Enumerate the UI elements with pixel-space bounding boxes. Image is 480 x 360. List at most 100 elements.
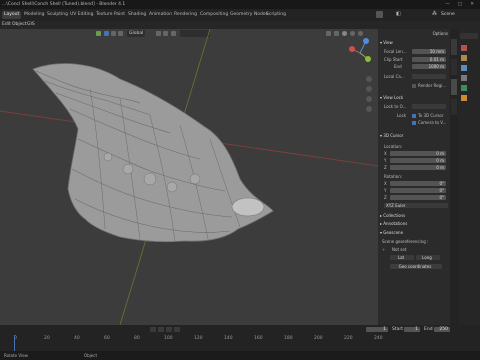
geo-not-set-label: Not set <box>392 247 407 252</box>
zoom-icon[interactable] <box>366 76 372 82</box>
maximize-icon[interactable]: □ <box>458 0 462 9</box>
play-reverse-icon[interactable] <box>158 327 164 332</box>
render-region-checkbox[interactable] <box>412 84 416 88</box>
menu-object[interactable]: Object <box>12 21 27 29</box>
menu-edit[interactable]: Edit <box>2 21 11 29</box>
timeline-ruler[interactable]: 0 20 40 60 80 100 120 140 160 180 200 22… <box>0 336 480 344</box>
output-properties-icon[interactable] <box>461 55 467 61</box>
tick-label: 80 <box>134 336 140 341</box>
options-dropdown[interactable]: Options <box>433 31 448 36</box>
rotation-mode-row: XYZ Euler <box>382 203 448 209</box>
focal-length-field[interactable]: 50 mm <box>412 49 446 54</box>
conch-shell-mesh <box>32 63 274 243</box>
gear-icon[interactable] <box>376 11 383 18</box>
playhead[interactable] <box>14 335 15 351</box>
jump-start-icon[interactable] <box>150 327 156 332</box>
focal-length-label: Focal Len... <box>384 49 407 54</box>
tick-label: 60 <box>104 336 110 341</box>
play-icon[interactable] <box>166 327 172 332</box>
view-section-header[interactable]: ▾ View <box>380 40 448 45</box>
cursor-x-field[interactable]: 0 m <box>390 151 446 156</box>
minimize-icon[interactable]: — <box>446 0 451 9</box>
tab-tool[interactable] <box>451 59 457 75</box>
rotation-z-field[interactable]: 0° <box>390 195 446 200</box>
local-camera-field[interactable] <box>412 74 446 79</box>
scene-properties-icon[interactable] <box>461 75 467 81</box>
tab-modeling[interactable]: Modeling <box>22 11 46 19</box>
geo-lat-field[interactable]: Lat <box>390 255 414 260</box>
object-properties-icon[interactable] <box>461 95 467 101</box>
tab-blender-gis[interactable] <box>451 99 457 115</box>
end-frame-field[interactable]: 250 <box>434 327 450 332</box>
lock-to-object-row: Lock to O... <box>382 104 448 110</box>
tab-item[interactable] <box>451 39 457 55</box>
geo-georef-label: Scene georeferencing : <box>382 239 429 244</box>
tab-layout[interactable]: Layout <box>2 11 22 19</box>
rotation-mode-dropdown[interactable]: XYZ Euler <box>384 203 448 208</box>
world-properties-icon[interactable] <box>461 85 467 91</box>
to-3d-cursor-label: To 3D Cursor <box>418 113 444 118</box>
focal-length-row: Focal Len... 50 mm <box>382 49 448 55</box>
tab-sculpting[interactable]: Sculpting <box>45 11 70 19</box>
geo-long-field[interactable]: Long <box>416 255 440 260</box>
render-region-label: Render Regi... <box>418 83 447 88</box>
view-lock-section-header[interactable]: ▾ View Lock <box>380 95 448 100</box>
start-label: Start <box>392 327 403 332</box>
3d-cursor-section-header[interactable]: ▾ 3D Cursor <box>380 133 448 138</box>
tab-animation[interactable]: Animation <box>147 11 174 19</box>
view-layer-properties-icon[interactable] <box>461 65 467 71</box>
rotation-x-field[interactable]: 0° <box>390 181 446 186</box>
menu-gis[interactable]: GIS <box>27 21 35 29</box>
tab-rendering[interactable]: Rendering <box>172 11 199 19</box>
cursor-y-field[interactable]: 0 m <box>390 158 446 163</box>
rotation-y-field[interactable]: 0° <box>390 188 446 193</box>
viewport-canvas[interactable] <box>0 29 378 325</box>
rotation-y-label: Y <box>384 188 387 193</box>
clip-end-label: End <box>394 64 402 69</box>
cursor-y-label: Y <box>384 158 387 163</box>
outliner-strip <box>458 29 480 325</box>
start-frame-field[interactable]: 1 <box>404 327 420 332</box>
tick-label: 240 <box>374 336 383 341</box>
close-icon[interactable]: ✕ <box>470 0 474 9</box>
scene-list-icon[interactable]: ◧ <box>396 11 401 17</box>
tab-texture-paint[interactable]: Texture Paint <box>94 11 127 19</box>
timeline[interactable]: 1 Start 1 End 250 0 20 40 60 80 100 120 … <box>0 325 480 351</box>
tab-view[interactable] <box>451 79 457 95</box>
tab-shading[interactable]: Shading <box>126 11 148 19</box>
menu-bar: Edit Object GIS <box>0 21 480 29</box>
geo-coordinates-button[interactable]: Geo coordinates <box>390 264 442 269</box>
clip-start-field[interactable]: 0.01 m <box>412 57 446 62</box>
camera-to-view-checkbox[interactable] <box>412 121 416 125</box>
rotation-y-row: Y 0° <box>382 188 448 194</box>
clip-end-field[interactable]: 1000 m <box>412 64 446 69</box>
annotations-section-header[interactable]: ▸ Annotations <box>380 221 448 226</box>
clip-start-label: Clip Start <box>384 57 403 62</box>
cursor-y-row: Y 0 m <box>382 158 448 164</box>
geo-add-icon[interactable]: + <box>382 247 385 252</box>
render-properties-icon[interactable] <box>461 45 467 51</box>
current-frame-field[interactable]: 1 <box>366 327 388 332</box>
status-mid-text: Object <box>84 353 98 358</box>
geoscene-section-header[interactable]: ▾ Geoscene <box>380 230 448 235</box>
tab-uv-editing[interactable]: UV Editing <box>68 11 95 19</box>
cursor-x-row: X 0 m <box>382 151 448 157</box>
status-bar: Rotate View Object <box>0 351 480 360</box>
lock-object-field[interactable] <box>412 104 446 109</box>
scene-selector[interactable]: Scene <box>441 11 455 19</box>
collections-section-header[interactable]: ▸ Collections <box>380 213 448 218</box>
geo-coords-row: Geo coordinates <box>382 264 448 270</box>
tab-scripting[interactable]: Scripting <box>264 11 288 19</box>
to-3d-cursor-checkbox[interactable] <box>412 114 416 118</box>
tick-label: 20 <box>44 336 50 341</box>
cursor-z-field[interactable]: 0 m <box>390 165 446 170</box>
3d-viewport[interactable]: Global <box>0 29 378 325</box>
perspective-toggle-icon[interactable] <box>366 106 372 112</box>
tab-compositing[interactable]: Compositing <box>198 11 230 19</box>
sidebar-n-panel: Options ▾ View Focal Len... 50 mm Clip S… <box>378 29 450 325</box>
camera-view-icon[interactable] <box>366 96 372 102</box>
rotation-z-row: Z 0° <box>382 195 448 201</box>
clip-start-row: Clip Start 0.01 m <box>382 57 448 63</box>
jump-end-icon[interactable] <box>174 327 180 332</box>
pan-icon[interactable] <box>366 86 372 92</box>
